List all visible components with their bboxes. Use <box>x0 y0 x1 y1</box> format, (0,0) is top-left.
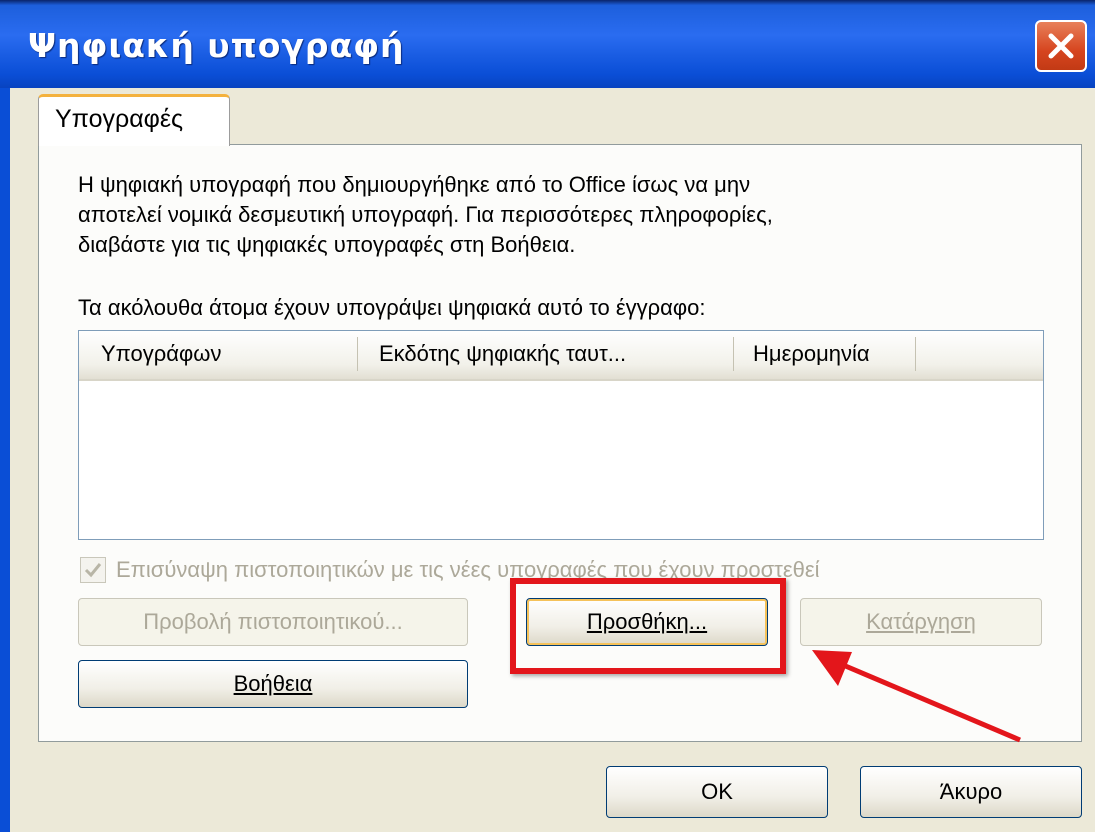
dialog-window: Ψηφιακή υπογραφή Υπογραφές Η ψηφιακή υπο… <box>0 0 1095 832</box>
tab-signatures[interactable]: Υπογραφές <box>38 94 230 146</box>
tab-signatures-label: Υπογραφές <box>55 105 184 133</box>
